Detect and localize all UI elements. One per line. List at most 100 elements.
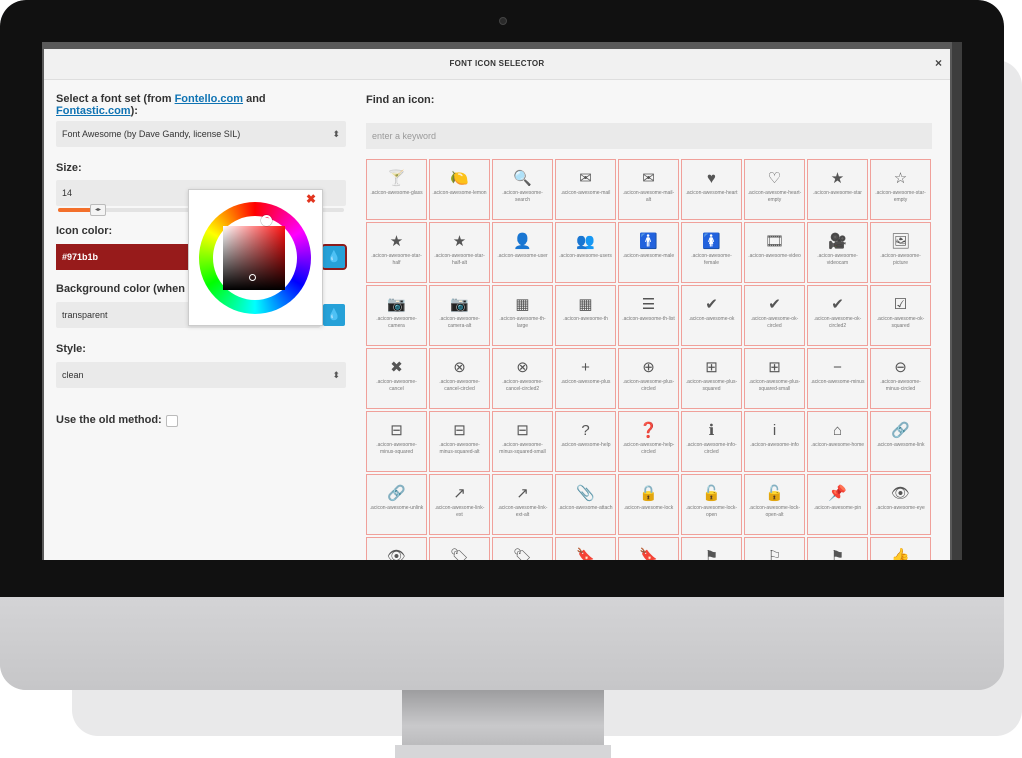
help-circled-icon: ❓ xyxy=(639,422,658,439)
background-color-picker-button[interactable]: 💧 xyxy=(323,304,345,326)
icon-cell[interactable]: ? .acicon-awesome-help xyxy=(555,411,616,472)
icon-cell[interactable]: 👁 .acicon-awesome-eye xyxy=(870,474,931,535)
old-method-checkbox[interactable] xyxy=(166,415,178,427)
icon-cell[interactable]: 🖼 .acicon-awesome-picture xyxy=(870,222,931,283)
icon-cell[interactable]: ✔ .acicon-awesome-ok-circled xyxy=(744,285,805,346)
icon-search-input[interactable] xyxy=(366,123,932,149)
icon-class-name: .acicon-awesome-help-circled xyxy=(622,442,675,455)
icon-cell[interactable]: 📷 .acicon-awesome-camera-alt xyxy=(429,285,490,346)
minus-icon: − xyxy=(833,359,842,376)
plus-icon: + xyxy=(581,359,590,376)
icon-cell[interactable]: 👁 xyxy=(366,537,427,560)
icon-cell[interactable]: ▦ .acicon-awesome-th-large xyxy=(492,285,553,346)
icon-cell[interactable]: ★ .acicon-awesome-star xyxy=(807,159,868,220)
icon-cell[interactable]: 📎 .acicon-awesome-attach xyxy=(555,474,616,535)
icon-cell[interactable]: 👥 .acicon-awesome-users xyxy=(555,222,616,283)
icon-cell[interactable]: ⚐ xyxy=(744,537,805,560)
icon-cell[interactable]: 🔍 .acicon-awesome-search xyxy=(492,159,553,220)
style-select[interactable]: clean xyxy=(56,362,346,388)
icon-cell[interactable]: ↗ .acicon-awesome-link-ext-alt xyxy=(492,474,553,535)
icon-cell[interactable]: ☰ .acicon-awesome-th-list xyxy=(618,285,679,346)
icon-cell[interactable]: 🔗 .acicon-awesome-link xyxy=(870,411,931,472)
icon-cell[interactable]: ⌂ .acicon-awesome-home xyxy=(807,411,868,472)
icon-color-value: #971b1b xyxy=(62,252,99,262)
icon-cell[interactable]: ♡ .acicon-awesome-heart-empty xyxy=(744,159,805,220)
icon-cell[interactable]: ✉ .acicon-awesome-mail xyxy=(555,159,616,220)
icon-cell[interactable]: 🔓 .acicon-awesome-lock-open xyxy=(681,474,742,535)
ok-squared-icon: ☑ xyxy=(893,296,908,313)
icon-cell[interactable]: 🏷 xyxy=(429,537,490,560)
icon-class-name: .acicon-awesome-ok-circled2 xyxy=(813,316,862,329)
icon-cell[interactable]: ⊟ .acicon-awesome-minus-squared-alt xyxy=(429,411,490,472)
icon-class-name: .acicon-awesome-camera xyxy=(376,316,417,329)
info-circled-icon: ℹ xyxy=(708,422,715,439)
font-set-label-prefix: Select a font set (from xyxy=(56,93,175,105)
icon-class-name: .acicon-awesome-minus-squared-alt xyxy=(439,442,480,455)
icon-cell[interactable]: ♥ .acicon-awesome-heart xyxy=(681,159,742,220)
icon-cell[interactable]: 🏷 xyxy=(492,537,553,560)
icon-cell[interactable]: ✉ .acicon-awesome-mail-alt xyxy=(618,159,679,220)
icon-cell[interactable]: 🔗 .acicon-awesome-unlink xyxy=(366,474,427,535)
hue-marker[interactable] xyxy=(261,215,272,226)
icon-cell[interactable]: ⊟ .acicon-awesome-minus-squared-small xyxy=(492,411,553,472)
size-slider-handle[interactable]: ◂▸ xyxy=(90,204,106,216)
icon-cell[interactable]: ⚑ xyxy=(681,537,742,560)
icon-cell[interactable]: 🔒 .acicon-awesome-lock xyxy=(618,474,679,535)
saturation-value-marker[interactable] xyxy=(249,274,256,281)
icon-cell[interactable]: + .acicon-awesome-plus xyxy=(555,348,616,409)
icon-cell[interactable]: ★ .acicon-awesome-star-half xyxy=(366,222,427,283)
icon-class-name: .acicon-awesome-plus-squared-small xyxy=(748,379,801,392)
icon-class-name: .acicon-awesome-lock-open xyxy=(685,505,738,518)
font-set-value: Font Awesome (by Dave Gandy, license SIL… xyxy=(62,129,241,139)
close-icon[interactable]: ✖ xyxy=(306,192,316,206)
icon-class-name: .acicon-awesome-th xyxy=(563,316,608,322)
icon-cell[interactable]: 🎞 .acicon-awesome-video xyxy=(744,222,805,283)
icon-cell[interactable]: ✔ .acicon-awesome-ok xyxy=(681,285,742,346)
icon-cell[interactable]: 🚹 .acicon-awesome-male xyxy=(618,222,679,283)
icon-class-name: .acicon-awesome-th-list xyxy=(622,316,675,322)
icon-cell[interactable]: 🍸 .acicon-awesome-glass xyxy=(366,159,427,220)
icon-class-name: .acicon-awesome-videocam xyxy=(817,253,858,266)
icon-cell[interactable]: 👍 xyxy=(870,537,931,560)
icon-icon: 👁 xyxy=(386,548,407,561)
icon-cell[interactable]: ↗ .acicon-awesome-link-ext xyxy=(429,474,490,535)
hue-wheel[interactable] xyxy=(199,202,311,314)
font-set-select[interactable]: Font Awesome (by Dave Gandy, license SIL… xyxy=(56,121,346,147)
icon-cell[interactable]: ⊖ .acicon-awesome-minus-circled xyxy=(870,348,931,409)
icon-cell[interactable]: ▦ .acicon-awesome-th xyxy=(555,285,616,346)
icon-cell[interactable]: ⚑ xyxy=(807,537,868,560)
icon-cell[interactable]: ⊕ .acicon-awesome-plus-circled xyxy=(618,348,679,409)
fontastic-link[interactable]: Fontastic.com xyxy=(56,105,131,117)
icon-cell[interactable]: 🔓 .acicon-awesome-lock-open-alt xyxy=(744,474,805,535)
icon-class-name: .acicon-awesome-male xyxy=(622,253,675,259)
icon-cell[interactable]: ★ .acicon-awesome-star-half-alt xyxy=(429,222,490,283)
icon-cell[interactable]: ❓ .acicon-awesome-help-circled xyxy=(618,411,679,472)
glass-icon: 🍸 xyxy=(387,170,406,187)
icon-cell[interactable]: 🚺 .acicon-awesome-female xyxy=(681,222,742,283)
icon-cell[interactable]: ⊞ .acicon-awesome-plus-squared-small xyxy=(744,348,805,409)
background-color-label: Background color (when available): xyxy=(56,283,186,295)
close-icon[interactable]: × xyxy=(935,56,942,70)
icon-cell[interactable]: 🎥 .acicon-awesome-videocam xyxy=(807,222,868,283)
icon-cell[interactable]: ⊞ .acicon-awesome-plus-squared xyxy=(681,348,742,409)
icon-cell[interactable]: 👤 .acicon-awesome-user xyxy=(492,222,553,283)
icon-cell[interactable]: 🔖 xyxy=(618,537,679,560)
icon-color-picker-button[interactable]: 💧 xyxy=(321,244,347,270)
icon-cell[interactable]: ☑ .acicon-awesome-ok-squared xyxy=(870,285,931,346)
fontello-link[interactable]: Fontello.com xyxy=(175,93,243,105)
icon-icon: 🔖 xyxy=(639,548,658,561)
icon-cell[interactable]: 📷 .acicon-awesome-camera xyxy=(366,285,427,346)
icon-cell[interactable]: ⊟ .acicon-awesome-minus-squared xyxy=(366,411,427,472)
icon-cell[interactable]: 🍋 .acicon-awesome-lemon xyxy=(429,159,490,220)
icon-cell[interactable]: 📌 .acicon-awesome-pin xyxy=(807,474,868,535)
icon-cell[interactable]: ✖ .acicon-awesome-cancel xyxy=(366,348,427,409)
icon-cell[interactable]: ⊗ .acicon-awesome-cancel-circled xyxy=(429,348,490,409)
icon-cell[interactable]: ⊗ .acicon-awesome-cancel-circled2 xyxy=(492,348,553,409)
icon-cell[interactable]: ℹ .acicon-awesome-info-circled xyxy=(681,411,742,472)
icon-cell[interactable]: ☆ .acicon-awesome-star-empty xyxy=(870,159,931,220)
icon-class-name: .acicon-awesome-lock-open-alt xyxy=(748,505,801,518)
icon-cell[interactable]: ✔ .acicon-awesome-ok-circled2 xyxy=(807,285,868,346)
icon-cell[interactable]: 🔖 xyxy=(555,537,616,560)
icon-cell[interactable]: i .acicon-awesome-info xyxy=(744,411,805,472)
icon-cell[interactable]: − .acicon-awesome-minus xyxy=(807,348,868,409)
